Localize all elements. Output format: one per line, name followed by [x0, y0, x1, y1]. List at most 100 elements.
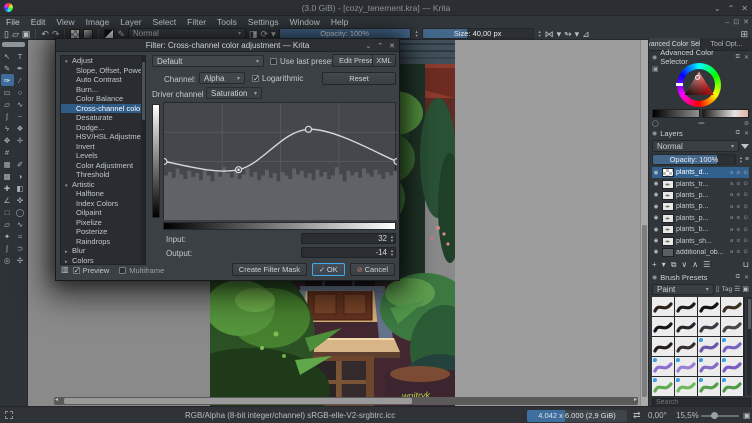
- brush-preset-thumbnail[interactable]: [698, 297, 720, 316]
- duplicate-layer-button[interactable]: ⧉: [671, 260, 677, 270]
- close-button[interactable]: ✕: [741, 4, 748, 13]
- pattern-swatch[interactable]: [70, 28, 81, 39]
- filter-category-levels[interactable]: Levels: [61, 151, 145, 161]
- reset-button[interactable]: Reset: [322, 72, 396, 85]
- menu-tools[interactable]: Tools: [217, 17, 237, 27]
- line-tool[interactable]: ∕: [14, 74, 27, 86]
- menu-layer[interactable]: Layer: [120, 17, 141, 27]
- float-docker-icon[interactable]: ⧉: [736, 54, 740, 61]
- close-docker-icon[interactable]: ✕: [744, 274, 749, 281]
- selector-settings-icon[interactable]: ▣: [652, 65, 659, 73]
- brush-preset-thumbnail[interactable]: [675, 297, 697, 316]
- close-docker-icon[interactable]: ✕: [744, 130, 749, 137]
- zoom-tool[interactable]: ◎: [1, 254, 14, 266]
- delete-layer-button[interactable]: ⊔: [743, 260, 749, 269]
- layer-opacity-spinner[interactable]: ▲ ▼: [739, 155, 743, 164]
- layer-visibility-icon[interactable]: ◉: [652, 227, 660, 233]
- layer-name[interactable]: plants_b...: [676, 226, 728, 233]
- filter-category-halftone[interactable]: Halftone: [61, 189, 145, 199]
- dialog-close-button[interactable]: ✕: [389, 42, 395, 50]
- filter-category-threshold[interactable]: Threshold: [61, 170, 145, 180]
- undo-icon[interactable]: ↶: [41, 29, 49, 39]
- pattern-edit-tool[interactable]: ▩: [1, 170, 14, 182]
- color-history-slider[interactable]: [701, 109, 749, 118]
- maximize-button[interactable]: ⌃: [728, 4, 735, 13]
- colorize-mask-tool[interactable]: ◑: [14, 170, 27, 182]
- multiframe-checkbox[interactable]: Multiframe: [119, 266, 164, 275]
- add-layer-dropdown[interactable]: ▾: [662, 260, 666, 269]
- layer-thumbnail[interactable]: [662, 213, 674, 223]
- float-docker-icon[interactable]: ⧉: [736, 130, 740, 137]
- layer-visibility-icon[interactable]: ◉: [652, 215, 660, 221]
- brush-preset-thumbnail[interactable]: [652, 377, 674, 396]
- use-last-preset-checkbox[interactable]: Use last preset: [270, 57, 333, 66]
- menu-edit[interactable]: Edit: [31, 17, 46, 27]
- crop-tool[interactable]: #: [1, 146, 14, 158]
- logarithmic-checkbox[interactable]: Logarithmic: [252, 74, 303, 83]
- layer-row[interactable]: ◉ plants_tr... a α ⊙: [652, 178, 749, 189]
- move-layer-down-button[interactable]: ∨: [681, 260, 687, 269]
- canvas-horizontal-scrollbar[interactable]: ◂ ▸: [54, 397, 638, 405]
- layer-lock-alpha-icons[interactable]: a α ⊙: [730, 215, 749, 221]
- layer-thumbnail[interactable]: [662, 202, 674, 212]
- ok-button[interactable]: ✓ OK: [312, 263, 345, 276]
- trim-icon[interactable]: ⊿: [582, 29, 590, 39]
- zoom-slider[interactable]: [701, 412, 739, 419]
- output-spinbox[interactable]: -14 ▲ ▼: [301, 247, 396, 258]
- filter-category-oilpaint[interactable]: Oilpaint: [61, 208, 145, 218]
- eraser-mode-icon[interactable]: ◨: [249, 29, 258, 39]
- layer-lock-alpha-icons[interactable]: a α ⊙: [730, 204, 749, 210]
- filter-category-artistic[interactable]: ▾ Artistic: [61, 180, 145, 190]
- transform-tool[interactable]: ✥: [1, 134, 14, 146]
- layer-row[interactable]: ◉ plants_d... a α ⊙: [652, 167, 749, 179]
- brush-preset-thumbnail[interactable]: [721, 317, 743, 336]
- fill-tool[interactable]: ◧: [14, 182, 27, 194]
- mdi-minimize-icon[interactable]: –: [725, 19, 729, 26]
- filter-category-blur[interactable]: ▸ Blur: [61, 246, 145, 256]
- filter-category-pixelize[interactable]: Pixelize: [61, 218, 145, 228]
- workspace-chooser-icon[interactable]: ⊞: [740, 29, 748, 39]
- menu-view[interactable]: View: [56, 17, 74, 27]
- layer-options-icon[interactable]: ≡: [745, 156, 749, 163]
- mdi-restore-icon[interactable]: ⊡: [733, 18, 739, 26]
- layer-lock-alpha-icons[interactable]: a α ⊙: [730, 227, 749, 233]
- layer-thumbnail[interactable]: [662, 179, 674, 189]
- brush-preset-thumbnail[interactable]: [652, 337, 674, 356]
- preview-checkbox[interactable]: Preview: [72, 266, 109, 275]
- rectangle-tool[interactable]: ▭: [1, 86, 14, 98]
- layer-lock-alpha-icons[interactable]: a α ⊙: [730, 192, 749, 198]
- calligraphy-tool[interactable]: ✒: [14, 62, 27, 74]
- reload-preset-icon[interactable]: ⟳: [261, 29, 269, 39]
- curve-editor[interactable]: [163, 102, 397, 220]
- advanced-color-selector-header[interactable]: ◉ Advanced Color Selector ⧉ ✕: [649, 48, 752, 66]
- layer-name[interactable]: additional_ob...: [676, 249, 728, 256]
- save-icon[interactable]: ▣: [22, 29, 31, 39]
- text-tool[interactable]: T: [14, 50, 27, 62]
- mirror-view-icon[interactable]: ⇄: [633, 410, 641, 421]
- layer-name[interactable]: plants_p...: [676, 192, 728, 199]
- mirror-icon[interactable]: ⋈: [545, 29, 554, 39]
- zoom-slider-thumb[interactable]: [711, 412, 718, 419]
- brush-preset-thumbnail[interactable]: [721, 357, 743, 376]
- layer-visibility-icon[interactable]: ◉: [652, 192, 660, 198]
- brush-preset-thumbnail[interactable]: [652, 357, 674, 376]
- wraparound-icon[interactable]: ↬: [564, 29, 572, 39]
- pan-tool[interactable]: ✣: [14, 254, 27, 266]
- layer-thumbnail[interactable]: [662, 247, 674, 257]
- layer-visibility-icon[interactable]: ◉: [652, 249, 660, 255]
- multibrush-tool[interactable]: ❖: [14, 122, 27, 134]
- opacity-spinner[interactable]: ▲ ▼: [415, 29, 419, 38]
- brush-preset-thumbnail[interactable]: [721, 297, 743, 316]
- brush-presets-docker-header[interactable]: ◉ Brush Presets ⧉ ✕: [649, 271, 752, 283]
- brush-preset-thumbnail[interactable]: [675, 357, 697, 376]
- filter-category-burn[interactable]: Burn...: [61, 85, 145, 95]
- gradient-tool[interactable]: ▦: [1, 158, 14, 170]
- float-docker-icon[interactable]: ⧉: [736, 274, 740, 281]
- minimize-button[interactable]: ⌄: [714, 4, 721, 13]
- freehand-select-tool[interactable]: ∿: [14, 218, 27, 230]
- brush-preset-thumbnail[interactable]: [652, 317, 674, 336]
- filter-category-slope-offset-powe[interactable]: Slope, Offset, Powe: [61, 66, 145, 76]
- scroll-right-arrow-icon[interactable]: ▸: [634, 396, 637, 403]
- menu-help[interactable]: Help: [331, 17, 348, 27]
- polygonal-select-tool[interactable]: ▱: [1, 218, 14, 230]
